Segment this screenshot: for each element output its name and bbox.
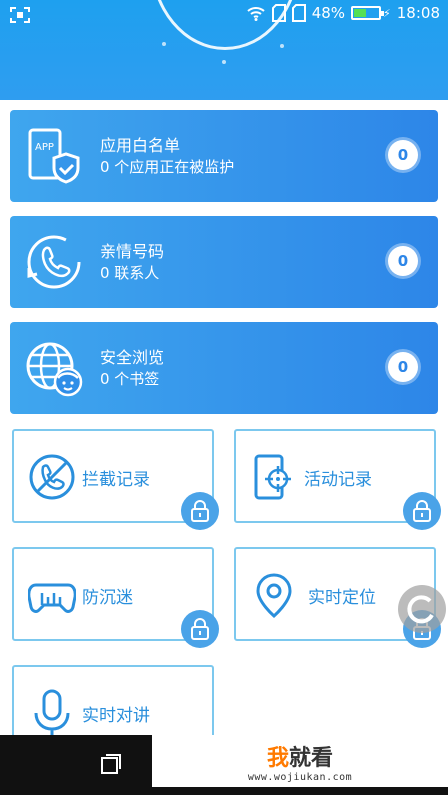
card-subtitle: 0 个应用正在被监护	[100, 158, 235, 176]
lock-icon	[191, 500, 209, 522]
header: 48% ⚡ 18:08	[0, 0, 448, 100]
refresh-icon	[407, 595, 434, 624]
decor-dot	[222, 60, 226, 64]
card-family-numbers[interactable]: 亲情号码 0 联系人 0	[10, 216, 438, 308]
screenshot-icon	[10, 7, 30, 23]
wifi-icon	[247, 7, 265, 21]
phone-contact-icon	[27, 235, 81, 289]
card-app-whitelist[interactable]: APP 应用白名单 0 个应用正在被监护 0	[10, 110, 438, 202]
sim-card-icon	[291, 4, 306, 22]
svg-text:APP: APP	[35, 142, 54, 153]
decor-dot	[162, 42, 166, 46]
phone-target-icon	[254, 454, 291, 500]
lock-button[interactable]	[403, 492, 441, 530]
watermark-logo: 我就看 www.wojiukan.com	[152, 735, 448, 787]
tile-label: 活动记录	[304, 470, 372, 490]
blocked-call-icon	[29, 454, 75, 500]
lock-button[interactable]	[181, 492, 219, 530]
tile-label: 实时定位	[308, 588, 376, 608]
tile-label: 实时对讲	[82, 706, 150, 726]
location-pin-icon	[256, 573, 292, 618]
count-badge: 0	[388, 246, 418, 276]
gamepad-icon	[28, 583, 76, 613]
decor-dot	[280, 44, 284, 48]
watermark-url: www.wojiukan.com	[247, 771, 353, 783]
lock-icon	[191, 618, 209, 640]
count-badge: 0	[388, 352, 418, 382]
floating-assist-button[interactable]	[398, 585, 446, 633]
lock-button[interactable]	[181, 610, 219, 648]
tile-label: 拦截记录	[82, 470, 150, 490]
count-badge: 0	[388, 140, 418, 170]
status-bar: 48% ⚡ 18:08	[0, 0, 448, 30]
globe-child-icon	[26, 342, 83, 397]
microphone-icon	[34, 689, 70, 737]
watermark-title: 我就看	[266, 745, 334, 771]
card-subtitle: 0 个书签	[100, 370, 160, 388]
card-title: 亲情号码	[100, 242, 165, 261]
lock-icon	[413, 500, 431, 522]
card-safe-browsing[interactable]: 安全浏览 0 个书签 0	[10, 322, 438, 414]
charging-icon: ⚡	[383, 6, 391, 20]
clock: 18:08	[396, 4, 440, 22]
battery-icon	[351, 6, 385, 20]
recent-apps-icon[interactable]	[100, 753, 122, 775]
card-subtitle: 0 联系人	[100, 264, 160, 282]
sim-card-icon	[271, 4, 286, 22]
battery-percent: 48%	[311, 4, 346, 22]
tile-realtime-intercom[interactable]: 实时对讲	[12, 665, 214, 745]
card-title: 应用白名单	[100, 136, 181, 155]
tile-label: 防沉迷	[82, 588, 133, 608]
card-title: 安全浏览	[100, 348, 165, 367]
app-shield-icon: APP	[28, 128, 80, 184]
